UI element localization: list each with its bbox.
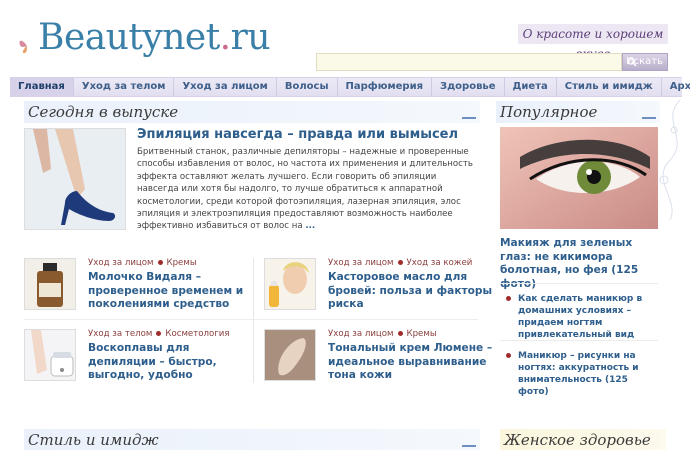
article-card: Уход за лицом Кремы Тональный крем Люмене… (264, 329, 492, 385)
article-categories: Уход за лицом Кремы (328, 329, 437, 339)
nav-item-archive[interactable]: Архив (662, 78, 690, 96)
article-card: Уход за телом Косметология Воскоплавы для… (24, 329, 244, 385)
article-image[interactable] (264, 329, 316, 381)
feature-excerpt-text: Бритвенный станок, различные депиляторы … (137, 147, 473, 232)
site-header: Beautynet.ru О красоте и хорошем вкусе И… (0, 0, 690, 78)
site-tagline: О красоте и хорошем вкусе (518, 24, 668, 61)
popular-list-item[interactable]: Маникюр – рисунки на ногтях: аккуратност… (506, 350, 656, 398)
category-link[interactable]: Кремы (167, 258, 197, 268)
bullet-icon (506, 353, 511, 358)
category-link[interactable]: Косметология (165, 329, 229, 339)
article-categories: Уход за телом Косметология (88, 329, 230, 339)
article-title-link[interactable]: Воскоплавы для депиляции – быстро, выгод… (88, 342, 258, 383)
search-icon (627, 57, 637, 67)
health-section-title: Женское здоровье (504, 431, 651, 449)
popular-item-link[interactable]: Маникюр – рисунки на ногтях: аккуратност… (518, 351, 639, 397)
site-logo[interactable]: Beautynet.ru (18, 17, 271, 58)
search-input[interactable] (316, 53, 622, 71)
article-categories: Уход за лицом Кремы (88, 258, 197, 268)
section-underline (462, 445, 476, 447)
bullet-icon (506, 296, 511, 301)
popular-item-link[interactable]: Как сделать маникюр в домашних условиях … (518, 294, 642, 340)
sidebar-divider (500, 283, 658, 284)
article-title-link[interactable]: Молочко Видаля – проверенное временем и … (88, 271, 258, 312)
wax-heater-image (25, 330, 75, 380)
bullet-icon (397, 260, 403, 265)
category-link[interactable]: Уход за лицом (328, 329, 394, 339)
category-link[interactable]: Уход за кожей (407, 258, 473, 268)
nav-item-style[interactable]: Стиль и имидж (557, 78, 662, 96)
row-divider (24, 319, 478, 320)
logo-main: Beautynet (38, 17, 220, 58)
feature-excerpt: Бритвенный станок, различные депиляторы … (137, 146, 477, 233)
nav-item-home[interactable]: Главная (10, 78, 74, 96)
foundation-swatch-image (265, 330, 315, 380)
butterfly-icon (19, 40, 27, 54)
woman-face-image (265, 259, 315, 309)
today-section-header: Сегодня в выпуске (24, 101, 480, 123)
green-eye-image (500, 127, 658, 229)
section-underline (462, 117, 476, 119)
article-card: Уход за лицом Уход за кожей Касторовое ма… (264, 258, 492, 314)
article-image[interactable] (24, 329, 76, 381)
bullet-icon (157, 260, 163, 265)
nav-item-hair[interactable]: Волосы (277, 78, 338, 96)
main-nav: Главная Уход за телом Уход за лицом Воло… (10, 77, 690, 97)
today-section-title: Сегодня в выпуске (28, 103, 179, 121)
read-more-link[interactable]: ... (305, 221, 315, 231)
popular-section-header: Популярное (496, 101, 660, 123)
nav-item-diet[interactable]: Диета (505, 78, 557, 96)
nav-item-perfume[interactable]: Парфюмерия (338, 78, 432, 96)
article-title-link[interactable]: Касторовое масло для бровей: польза и фа… (328, 271, 498, 312)
article-image[interactable] (24, 258, 76, 310)
decorative-swirl (659, 100, 681, 220)
nav-item-body-care[interactable]: Уход за телом (74, 78, 175, 96)
feature-title-link[interactable]: Эпиляция навсегда – правда или вымысел (137, 127, 458, 142)
category-link[interactable]: Уход за телом (88, 329, 152, 339)
article-categories: Уход за лицом Уход за кожей (328, 258, 472, 268)
article-image[interactable] (264, 258, 316, 310)
category-link[interactable]: Уход за лицом (328, 258, 394, 268)
bottle-image (25, 259, 75, 309)
search-form: Искать (316, 53, 668, 73)
article-card: Уход за лицом Кремы Молочко Видаля – пров… (24, 258, 244, 314)
nav-item-face-care[interactable]: Уход за лицом (174, 78, 277, 96)
style-section-header: Стиль и имидж (24, 429, 480, 450)
category-link[interactable]: Уход за лицом (88, 258, 154, 268)
search-button[interactable]: Искать (622, 53, 668, 71)
bullet-icon (156, 331, 162, 336)
category-link[interactable]: Кремы (407, 329, 437, 339)
logo-text: Beautynet.ru (38, 17, 271, 58)
nav-item-health[interactable]: Здоровье (432, 78, 505, 96)
shoe-leg-image (25, 129, 125, 229)
sidebar-divider (500, 340, 658, 341)
popular-image[interactable] (500, 127, 658, 229)
bullet-icon (397, 331, 403, 336)
logo-dot: . (219, 17, 231, 58)
popular-section-title: Популярное (500, 103, 598, 121)
article-title-link[interactable]: Тональный крем Люмене – идеальное выравн… (328, 342, 498, 383)
popular-list-item[interactable]: Как сделать маникюр в домашних условиях … (506, 293, 656, 341)
health-section-header: Женское здоровье (500, 429, 666, 450)
logo-tld: ru (230, 17, 271, 58)
feature-image[interactable] (24, 128, 126, 230)
style-section-title: Стиль и имидж (28, 431, 159, 449)
